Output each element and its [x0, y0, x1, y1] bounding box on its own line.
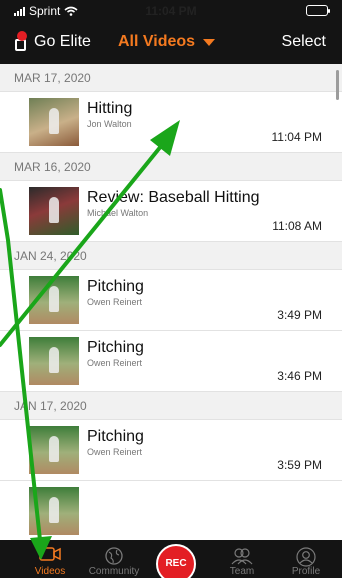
- team-icon: [231, 548, 253, 565]
- video-row[interactable]: Review: Baseball Hitting Michael Walton …: [0, 181, 342, 242]
- section-date-header: JAN 24, 2020: [0, 242, 342, 270]
- video-time: 3:46 PM: [277, 369, 322, 383]
- tab-team[interactable]: Team: [212, 540, 272, 578]
- video-author: Owen Reinert: [87, 297, 143, 307]
- rec-button[interactable]: REC: [156, 544, 196, 578]
- video-thumbnail: [29, 276, 79, 324]
- tab-profile-label: Profile: [291, 566, 321, 577]
- video-thumbnail: [29, 337, 79, 385]
- video-thumbnail: [29, 487, 79, 535]
- video-title: Hitting: [87, 100, 133, 117]
- video-author: Michael Walton: [87, 208, 149, 218]
- go-elite-label: Go Elite: [34, 33, 91, 50]
- video-row[interactable]: Hitting Jon Walton 11:04 PM: [0, 92, 342, 153]
- video-time: 11:04 PM: [271, 130, 322, 144]
- video-title: Pitching: [87, 428, 144, 445]
- video-title: Pitching: [87, 339, 144, 356]
- nav-bar: Go Elite All Videos Select: [0, 22, 342, 64]
- video-thumbnail: [29, 426, 79, 474]
- tab-community[interactable]: Community: [84, 540, 144, 578]
- section-date-header: MAR 17, 2020: [0, 64, 342, 92]
- globe-icon: [105, 547, 123, 565]
- nav-title-label: All Videos: [118, 33, 196, 50]
- video-row[interactable]: Pitching Owen Reinert 3:59 PM: [0, 420, 342, 481]
- select-button[interactable]: Select: [282, 33, 326, 51]
- all-videos-dropdown[interactable]: All Videos: [118, 33, 216, 51]
- video-thumbnail: [29, 98, 79, 146]
- profile-icon: [296, 547, 316, 567]
- video-row[interactable]: [0, 481, 342, 540]
- video-row[interactable]: Pitching Owen Reinert 3:46 PM: [0, 331, 342, 392]
- video-author: Owen Reinert: [87, 358, 143, 368]
- scroll-indicator[interactable]: [336, 70, 339, 100]
- video-row[interactable]: Pitching Owen Reinert 3:49 PM: [0, 270, 342, 331]
- go-elite-button[interactable]: Go Elite: [14, 31, 91, 51]
- video-author: Owen Reinert: [87, 447, 143, 457]
- video-camera-icon: [39, 547, 61, 561]
- tab-videos-label: Videos: [34, 566, 66, 577]
- section-date-header: MAR 16, 2020: [0, 153, 342, 181]
- video-title: Pitching: [87, 278, 144, 295]
- chevron-down-icon: [203, 38, 216, 46]
- video-list[interactable]: MAR 17, 2020 Hitting Jon Walton 11:04 PM…: [0, 64, 342, 540]
- video-title: Review: Baseball Hitting: [87, 189, 260, 206]
- tab-team-label: Team: [229, 566, 255, 577]
- video-thumbnail: [29, 187, 79, 235]
- video-time: 3:49 PM: [277, 308, 322, 322]
- tab-community-label: Community: [88, 566, 140, 577]
- tab-videos[interactable]: Videos: [20, 540, 80, 578]
- clock: 11:04 PM: [145, 4, 197, 18]
- video-time: 3:59 PM: [277, 458, 322, 472]
- status-bar: Sprint 11:04 PM: [0, 0, 342, 22]
- tab-profile[interactable]: Profile: [276, 540, 336, 578]
- section-date-header: JAN 17, 2020: [0, 392, 342, 420]
- elite-badge-icon: [14, 31, 28, 51]
- video-time: 11:08 AM: [272, 219, 322, 233]
- video-author: Jon Walton: [87, 119, 132, 129]
- battery-icon: [306, 5, 330, 16]
